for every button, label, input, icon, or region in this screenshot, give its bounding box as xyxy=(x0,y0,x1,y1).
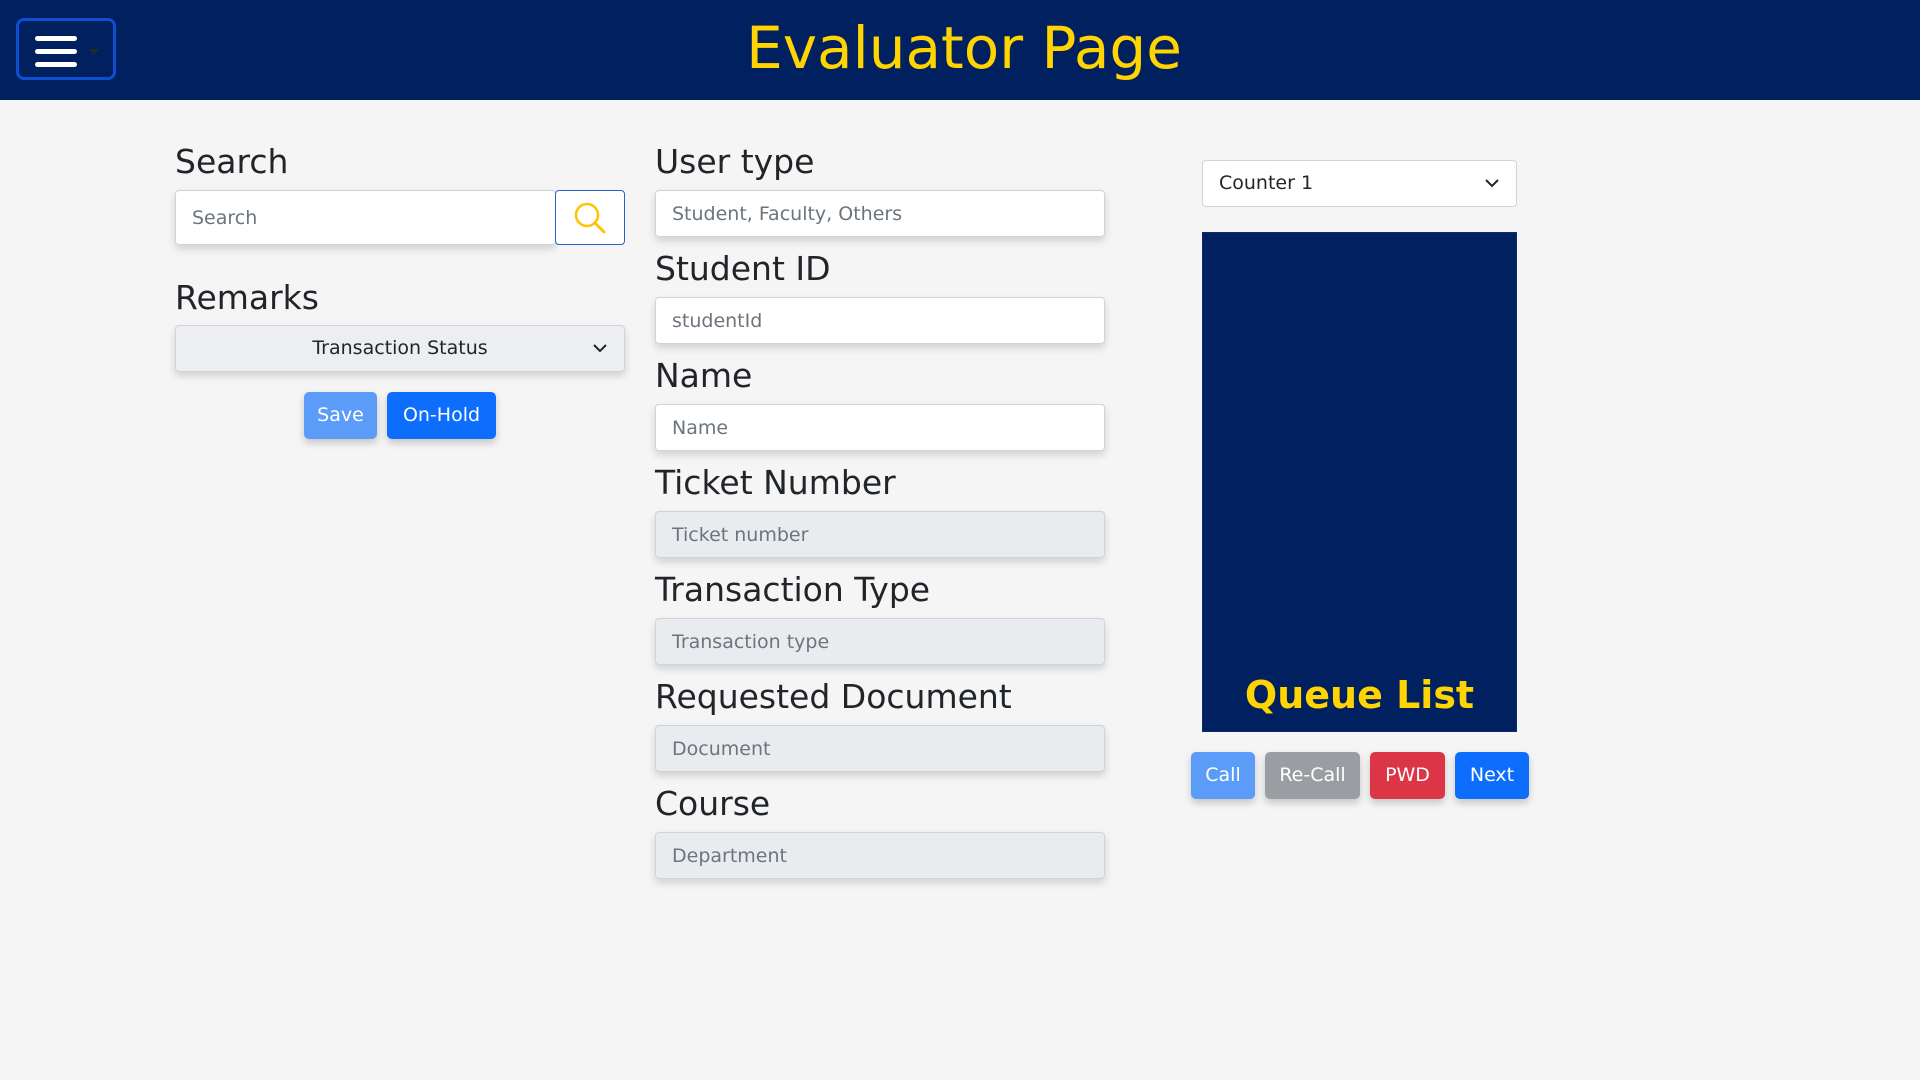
ticket-number-input xyxy=(655,511,1105,558)
call-button[interactable]: Call xyxy=(1191,752,1255,799)
on-hold-button[interactable]: On-Hold xyxy=(387,392,496,439)
transaction-status-value: Transaction Status xyxy=(312,337,488,359)
search-button[interactable] xyxy=(555,190,625,245)
course-label: Course xyxy=(655,784,771,823)
save-button[interactable]: Save xyxy=(304,392,377,439)
top-navbar: Evaluator Page xyxy=(0,0,1920,100)
requested-document-input xyxy=(655,725,1105,772)
queue-list-panel: Queue List xyxy=(1202,232,1517,732)
course-input xyxy=(655,832,1105,879)
transaction-type-label: Transaction Type xyxy=(655,570,931,609)
chevron-down-icon xyxy=(1485,179,1499,188)
recall-button[interactable]: Re-Call xyxy=(1265,752,1360,799)
next-button[interactable]: Next xyxy=(1455,752,1529,799)
name-input[interactable] xyxy=(655,404,1105,451)
student-id-input[interactable] xyxy=(655,297,1105,344)
remarks-label: Remarks xyxy=(175,278,319,317)
transaction-type-input xyxy=(655,618,1105,665)
user-type-input[interactable] xyxy=(655,190,1105,237)
transaction-status-select[interactable]: Transaction Status xyxy=(175,325,625,372)
search-input[interactable] xyxy=(175,190,556,245)
chevron-down-icon xyxy=(593,344,607,353)
ticket-number-label: Ticket Number xyxy=(655,463,896,502)
search-icon xyxy=(574,202,606,234)
student-id-label: Student ID xyxy=(655,249,831,288)
name-label: Name xyxy=(655,356,753,395)
requested-document-label: Requested Document xyxy=(655,677,1012,716)
counter-select-value: Counter 1 xyxy=(1219,172,1314,194)
pwd-button[interactable]: PWD xyxy=(1370,752,1445,799)
search-label: Search xyxy=(175,142,289,181)
queue-list-title: Queue List xyxy=(1244,673,1475,717)
counter-select[interactable]: Counter 1 xyxy=(1202,160,1517,207)
page-title: Evaluator Page xyxy=(746,14,1182,82)
user-type-label: User type xyxy=(655,142,815,181)
